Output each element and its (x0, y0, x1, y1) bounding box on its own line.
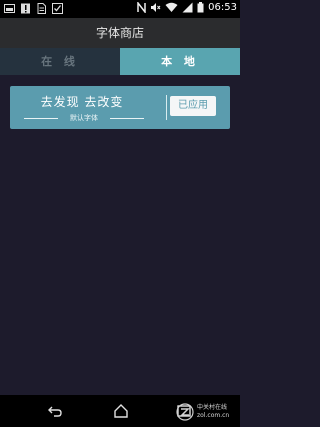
applied-button[interactable]: 已应用 (170, 96, 216, 116)
tab-local[interactable]: 本 地 (120, 48, 240, 75)
font-preview-text: 去发现 去改变 (40, 95, 124, 109)
image-icon (4, 4, 15, 13)
tab-online[interactable]: 在 线 (0, 48, 120, 75)
screen: 06:53 字体商店 在 线 本 地 去发现 去改变 默认字体 已应用 中关村在… (0, 0, 240, 427)
battery-icon (197, 2, 204, 13)
navigation-bar: 中关村在线 zol.com.cn (0, 395, 240, 427)
nfc-icon (137, 2, 146, 13)
page-title: 字体商店 (0, 18, 240, 48)
mute-icon (151, 3, 161, 12)
status-time: 06:53 (208, 2, 237, 13)
back-icon[interactable] (46, 402, 64, 420)
home-icon[interactable] (112, 402, 130, 420)
tab-bar: 在 线 本 地 (0, 48, 240, 75)
checklist-icon (52, 3, 63, 14)
watermark: 中关村在线 zol.com.cn (176, 401, 234, 423)
signal-icon (182, 2, 193, 13)
font-name-row: 默认字体 (24, 113, 144, 123)
divider-line-right (110, 118, 144, 119)
watermark-text-url: zol.com.cn (197, 412, 230, 419)
status-bar: 06:53 (0, 0, 240, 18)
watermark-text-cn: 中关村在线 (197, 404, 228, 411)
alert-icon (21, 3, 30, 14)
wifi-icon (165, 2, 178, 12)
file-icon (37, 3, 46, 14)
zol-logo-icon (176, 403, 194, 421)
card-divider (166, 95, 167, 120)
